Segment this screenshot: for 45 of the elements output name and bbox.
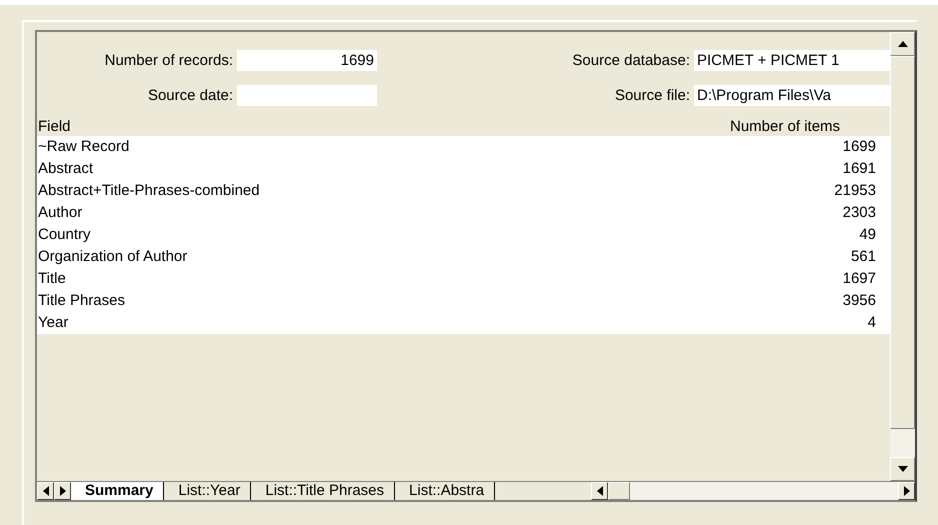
value-field[interactable]: D:\Program Files\Va	[694, 85, 890, 106]
horizontal-scrollbar[interactable]	[591, 482, 915, 500]
left-arrow-icon	[42, 486, 48, 496]
column-header: Field	[38, 118, 71, 135]
value-field[interactable]	[237, 85, 377, 106]
scroll-left-button[interactable]	[591, 482, 608, 500]
table-cell-text: ~Raw Record	[38, 137, 130, 157]
next-sheet-button[interactable]	[54, 482, 71, 500]
table-cell-text: Abstract+Title-Phrases-combined	[38, 181, 260, 201]
up-arrow-icon	[898, 41, 908, 47]
table-cell-text: 1697	[842, 269, 876, 289]
table-cell-text: 21953	[834, 181, 876, 201]
table-cell-text: 3956	[842, 291, 876, 311]
table-cell-text: Abstract	[38, 159, 94, 179]
field-label: Source file:	[614, 87, 690, 104]
column-header: Number of items	[730, 118, 842, 135]
table-cell-text: Country	[38, 225, 91, 245]
right-arrow-icon	[904, 486, 910, 496]
down-arrow-icon	[898, 466, 908, 472]
table-cell-text: 4	[868, 313, 876, 333]
value-field[interactable]: PICMET + PICMET 1	[694, 50, 890, 71]
table-cell-text: 49	[859, 225, 876, 245]
table-cell-text: 1691	[842, 159, 876, 179]
table-cell-text: Title	[38, 269, 66, 289]
previous-sheet-button[interactable]	[37, 482, 54, 500]
scroll-thumb[interactable]	[890, 56, 915, 429]
table-cell-text: Year	[38, 313, 68, 333]
field-label: Source date:	[146, 87, 233, 104]
table-cell-text: Organization of Author	[38, 247, 188, 267]
table-cell-text: 2303	[842, 203, 876, 223]
right-arrow-icon	[60, 486, 66, 496]
table-cell-text: 561	[850, 247, 876, 267]
table-cell-text: Author	[38, 203, 82, 223]
scroll-right-button[interactable]	[898, 482, 915, 500]
vertical-scrollbar[interactable]	[890, 32, 915, 481]
table-cell-text: 1699	[842, 137, 876, 157]
scroll-up-button[interactable]	[890, 32, 915, 56]
table-cell-text: Title Phrases	[38, 291, 125, 311]
field-label: Source database:	[571, 52, 690, 69]
value-field[interactable]: 1699	[237, 50, 377, 71]
field-label: Number of records:	[104, 52, 233, 69]
sheet-tab[interactable]: Summary	[71, 482, 164, 500]
scroll-down-button[interactable]	[890, 457, 915, 481]
left-arrow-icon	[596, 486, 602, 496]
scroll-thumb[interactable]	[608, 482, 630, 500]
